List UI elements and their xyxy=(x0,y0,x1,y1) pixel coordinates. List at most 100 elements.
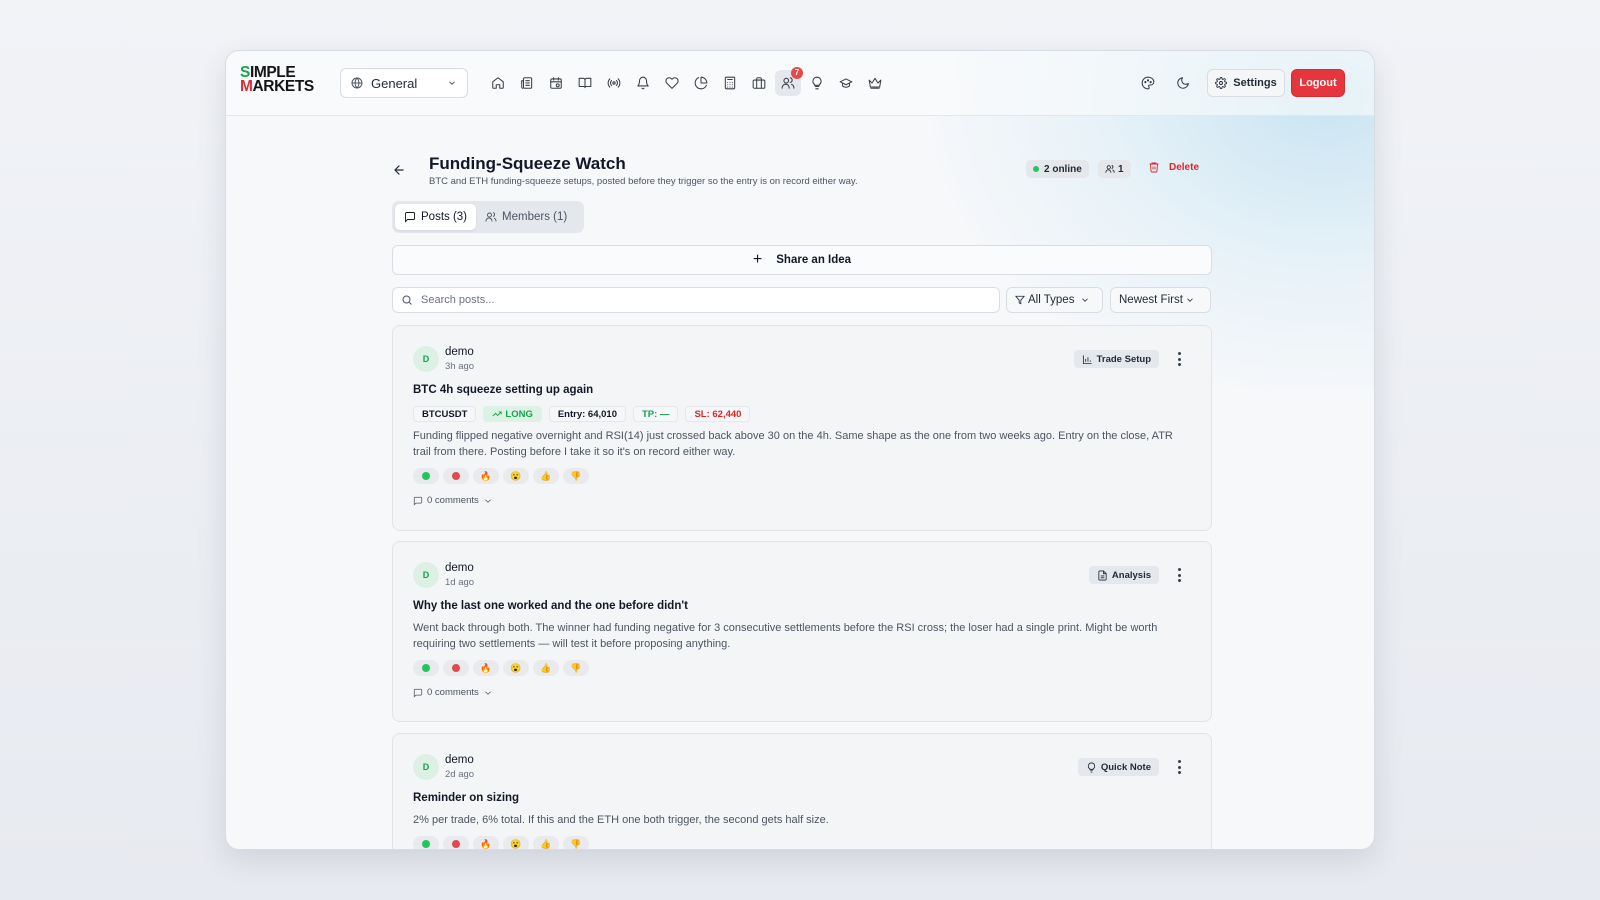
post-author[interactable]: demo xyxy=(445,562,474,574)
post-menu-button[interactable] xyxy=(1177,568,1181,582)
delete-button[interactable]: Delete xyxy=(1148,161,1199,173)
nav-signals[interactable] xyxy=(601,70,627,96)
online-dot-icon xyxy=(1033,166,1039,172)
back-button[interactable] xyxy=(392,163,410,181)
search-icon xyxy=(402,295,412,305)
green-circle-icon xyxy=(422,840,430,848)
red-circle-icon xyxy=(452,840,460,848)
settings-label: Settings xyxy=(1233,77,1277,89)
nav-portfolio[interactable] xyxy=(688,70,714,96)
main-nav: 7 xyxy=(485,67,891,96)
symbol-chip: BTCUSDT xyxy=(413,406,477,422)
workspace-select[interactable]: General xyxy=(340,68,468,98)
react-thumbs-down-button[interactable]: 👎 xyxy=(563,660,589,676)
fire-icon: 🔥 xyxy=(480,838,492,849)
nav-journal[interactable] xyxy=(572,70,598,96)
react-fire-button[interactable]: 🔥 xyxy=(473,836,499,849)
chevron-down-icon xyxy=(449,81,455,85)
react-red-button[interactable] xyxy=(443,660,469,676)
react-green-button[interactable] xyxy=(413,660,439,676)
react-thumbs-up-button[interactable]: 👍 xyxy=(533,660,559,676)
avatar[interactable]: D xyxy=(413,754,439,780)
comments-toggle[interactable]: 0 comments xyxy=(413,495,497,506)
nav-home[interactable] xyxy=(485,70,511,96)
post-menu-button[interactable] xyxy=(1177,760,1181,774)
tab-bar: Posts (3) Members (1) xyxy=(392,201,584,233)
post-type-badge: Analysis xyxy=(1088,566,1159,584)
react-thumbs-up-button[interactable]: 👍 xyxy=(533,468,559,484)
avatar[interactable]: D xyxy=(413,346,439,372)
notification-badge: 7 xyxy=(791,67,803,79)
post-type-badge: Trade Setup xyxy=(1073,350,1159,368)
nav-briefcase[interactable] xyxy=(746,70,772,96)
post-title[interactable]: BTC 4h squeeze setting up again xyxy=(413,384,593,396)
react-green-button[interactable] xyxy=(413,836,439,849)
settings-button[interactable]: Settings xyxy=(1207,69,1285,97)
share-idea-button[interactable]: + Share an Idea xyxy=(392,245,1212,275)
react-wow-button[interactable]: 😮 xyxy=(503,836,529,849)
chevron-down-icon xyxy=(1082,298,1089,302)
post-menu-button[interactable] xyxy=(1177,352,1181,366)
nav-calculator[interactable] xyxy=(717,70,743,96)
react-green-button[interactable] xyxy=(413,468,439,484)
react-red-button[interactable] xyxy=(443,836,469,849)
theme-palette-button[interactable] xyxy=(1135,70,1161,96)
lightbulb-icon xyxy=(812,76,822,90)
react-thumbs-up-button[interactable]: 👍 xyxy=(533,836,559,849)
nav-learn[interactable] xyxy=(833,70,859,96)
dark-mode-toggle[interactable] xyxy=(1170,70,1196,96)
message-square-icon xyxy=(413,688,423,698)
type-filter-select[interactable]: All Types xyxy=(1006,287,1103,313)
react-wow-button[interactable]: 😮 xyxy=(503,468,529,484)
fire-icon: 🔥 xyxy=(480,470,492,481)
thumbs-up-icon: 👍 xyxy=(540,470,552,481)
react-thumbs-down-button[interactable]: 👎 xyxy=(563,468,589,484)
react-fire-button[interactable]: 🔥 xyxy=(473,660,499,676)
file-text-icon xyxy=(1098,570,1107,580)
pie-chart-icon xyxy=(694,76,708,90)
thumbs-down-icon: 👎 xyxy=(570,662,582,673)
post-author[interactable]: demo xyxy=(445,754,474,766)
logout-button[interactable]: Logout xyxy=(1291,69,1345,97)
nav-community[interactable]: 7 xyxy=(775,67,803,96)
post-title[interactable]: Reminder on sizing xyxy=(413,792,519,804)
logo[interactable]: SIMPLE MARKETS xyxy=(240,65,324,95)
nav-news[interactable] xyxy=(514,70,540,96)
moon-icon xyxy=(1177,77,1189,89)
calculator-icon xyxy=(724,76,736,90)
app-window: SIMPLE MARKETS General 7 Settings Logout… xyxy=(225,50,1375,850)
arrow-left-icon xyxy=(394,165,404,175)
plus-icon: + xyxy=(752,251,763,268)
post-card: D demo 2d ago Quick Note Reminder on siz… xyxy=(392,733,1212,849)
post-time: 3h ago xyxy=(445,361,475,372)
react-fire-button[interactable]: 🔥 xyxy=(473,468,499,484)
users-icon xyxy=(1105,164,1115,173)
nav-favorites[interactable] xyxy=(659,70,685,96)
sort-select[interactable]: Newest First xyxy=(1110,287,1211,313)
post-author[interactable]: demo xyxy=(445,346,474,358)
nav-premium[interactable] xyxy=(862,70,888,96)
nav-calendar[interactable] xyxy=(543,70,569,96)
trending-up-icon xyxy=(492,411,503,417)
search-input[interactable] xyxy=(421,294,991,306)
surprised-face-icon: 😮 xyxy=(510,838,522,849)
post-title[interactable]: Why the last one worked and the one befo… xyxy=(413,600,688,612)
reaction-bar: 🔥 😮 👍 👎 xyxy=(413,468,593,484)
avatar[interactable]: D xyxy=(413,562,439,588)
nav-ideas[interactable] xyxy=(804,70,830,96)
thumbs-up-icon: 👍 xyxy=(540,662,552,673)
radio-icon xyxy=(607,78,621,88)
red-circle-icon xyxy=(452,472,460,480)
calendar-icon xyxy=(550,77,562,89)
react-red-button[interactable] xyxy=(443,468,469,484)
book-icon xyxy=(578,77,592,89)
chevron-down-icon xyxy=(484,498,491,503)
bell-icon xyxy=(637,76,649,90)
react-thumbs-down-button[interactable]: 👎 xyxy=(563,836,589,849)
tab-posts[interactable]: Posts (3) xyxy=(395,204,477,230)
lightbulb-icon xyxy=(1087,762,1095,772)
tab-members[interactable]: Members (1) xyxy=(476,204,576,230)
nav-alerts[interactable] xyxy=(630,70,656,96)
react-wow-button[interactable]: 😮 xyxy=(503,660,529,676)
comments-toggle[interactable]: 0 comments xyxy=(413,687,497,698)
